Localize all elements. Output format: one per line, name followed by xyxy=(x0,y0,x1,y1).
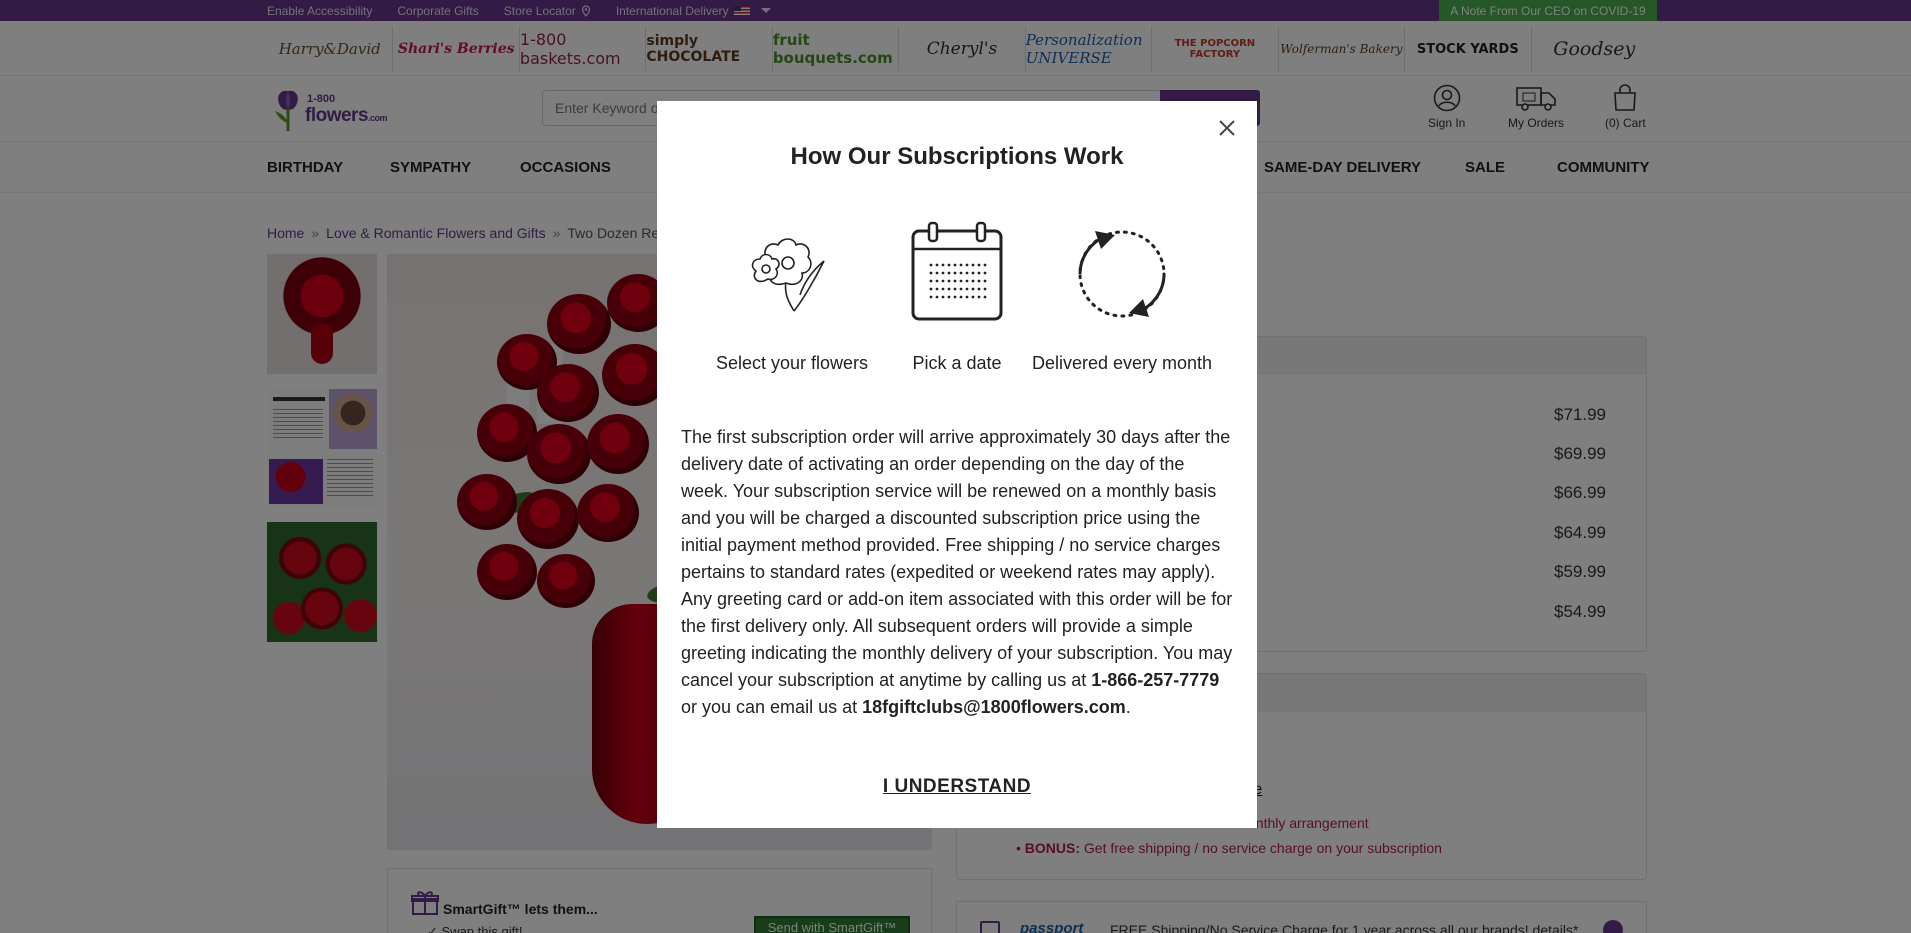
modal-body-text: The first subscription order will arrive… xyxy=(681,424,1233,721)
support-email[interactable]: 18fgiftclubs@1800flowers.com xyxy=(862,697,1126,717)
i-understand-button[interactable]: I UNDERSTAND xyxy=(883,776,1031,798)
subscription-info-modal: How Our Subscriptions Work Select your f… xyxy=(657,101,1257,828)
step-label: Select your flowers xyxy=(715,353,869,373)
step-label: Delivered every month xyxy=(1031,353,1213,373)
flower-icon xyxy=(751,238,825,312)
body-text: The first subscription order will arrive… xyxy=(681,427,1233,690)
modal-title: How Our Subscriptions Work xyxy=(790,143,1124,170)
step-select-flowers: Select your flowers xyxy=(697,221,887,374)
understand-button-wrap: I UNDERSTAND xyxy=(657,776,1257,798)
support-phone[interactable]: 1-866-257-7779 xyxy=(1091,670,1219,690)
calendar-icon xyxy=(911,221,1003,321)
body-text-mid: or you can email us at xyxy=(681,697,863,717)
body-text-end: . xyxy=(1125,697,1131,717)
refresh-cycle-icon xyxy=(1078,230,1166,318)
step-delivered-monthly: Delivered every month xyxy=(1027,221,1217,374)
step-label: Pick a date xyxy=(912,353,1002,373)
close-icon[interactable] xyxy=(1214,115,1240,141)
step-pick-date: Pick a date xyxy=(862,221,1052,374)
